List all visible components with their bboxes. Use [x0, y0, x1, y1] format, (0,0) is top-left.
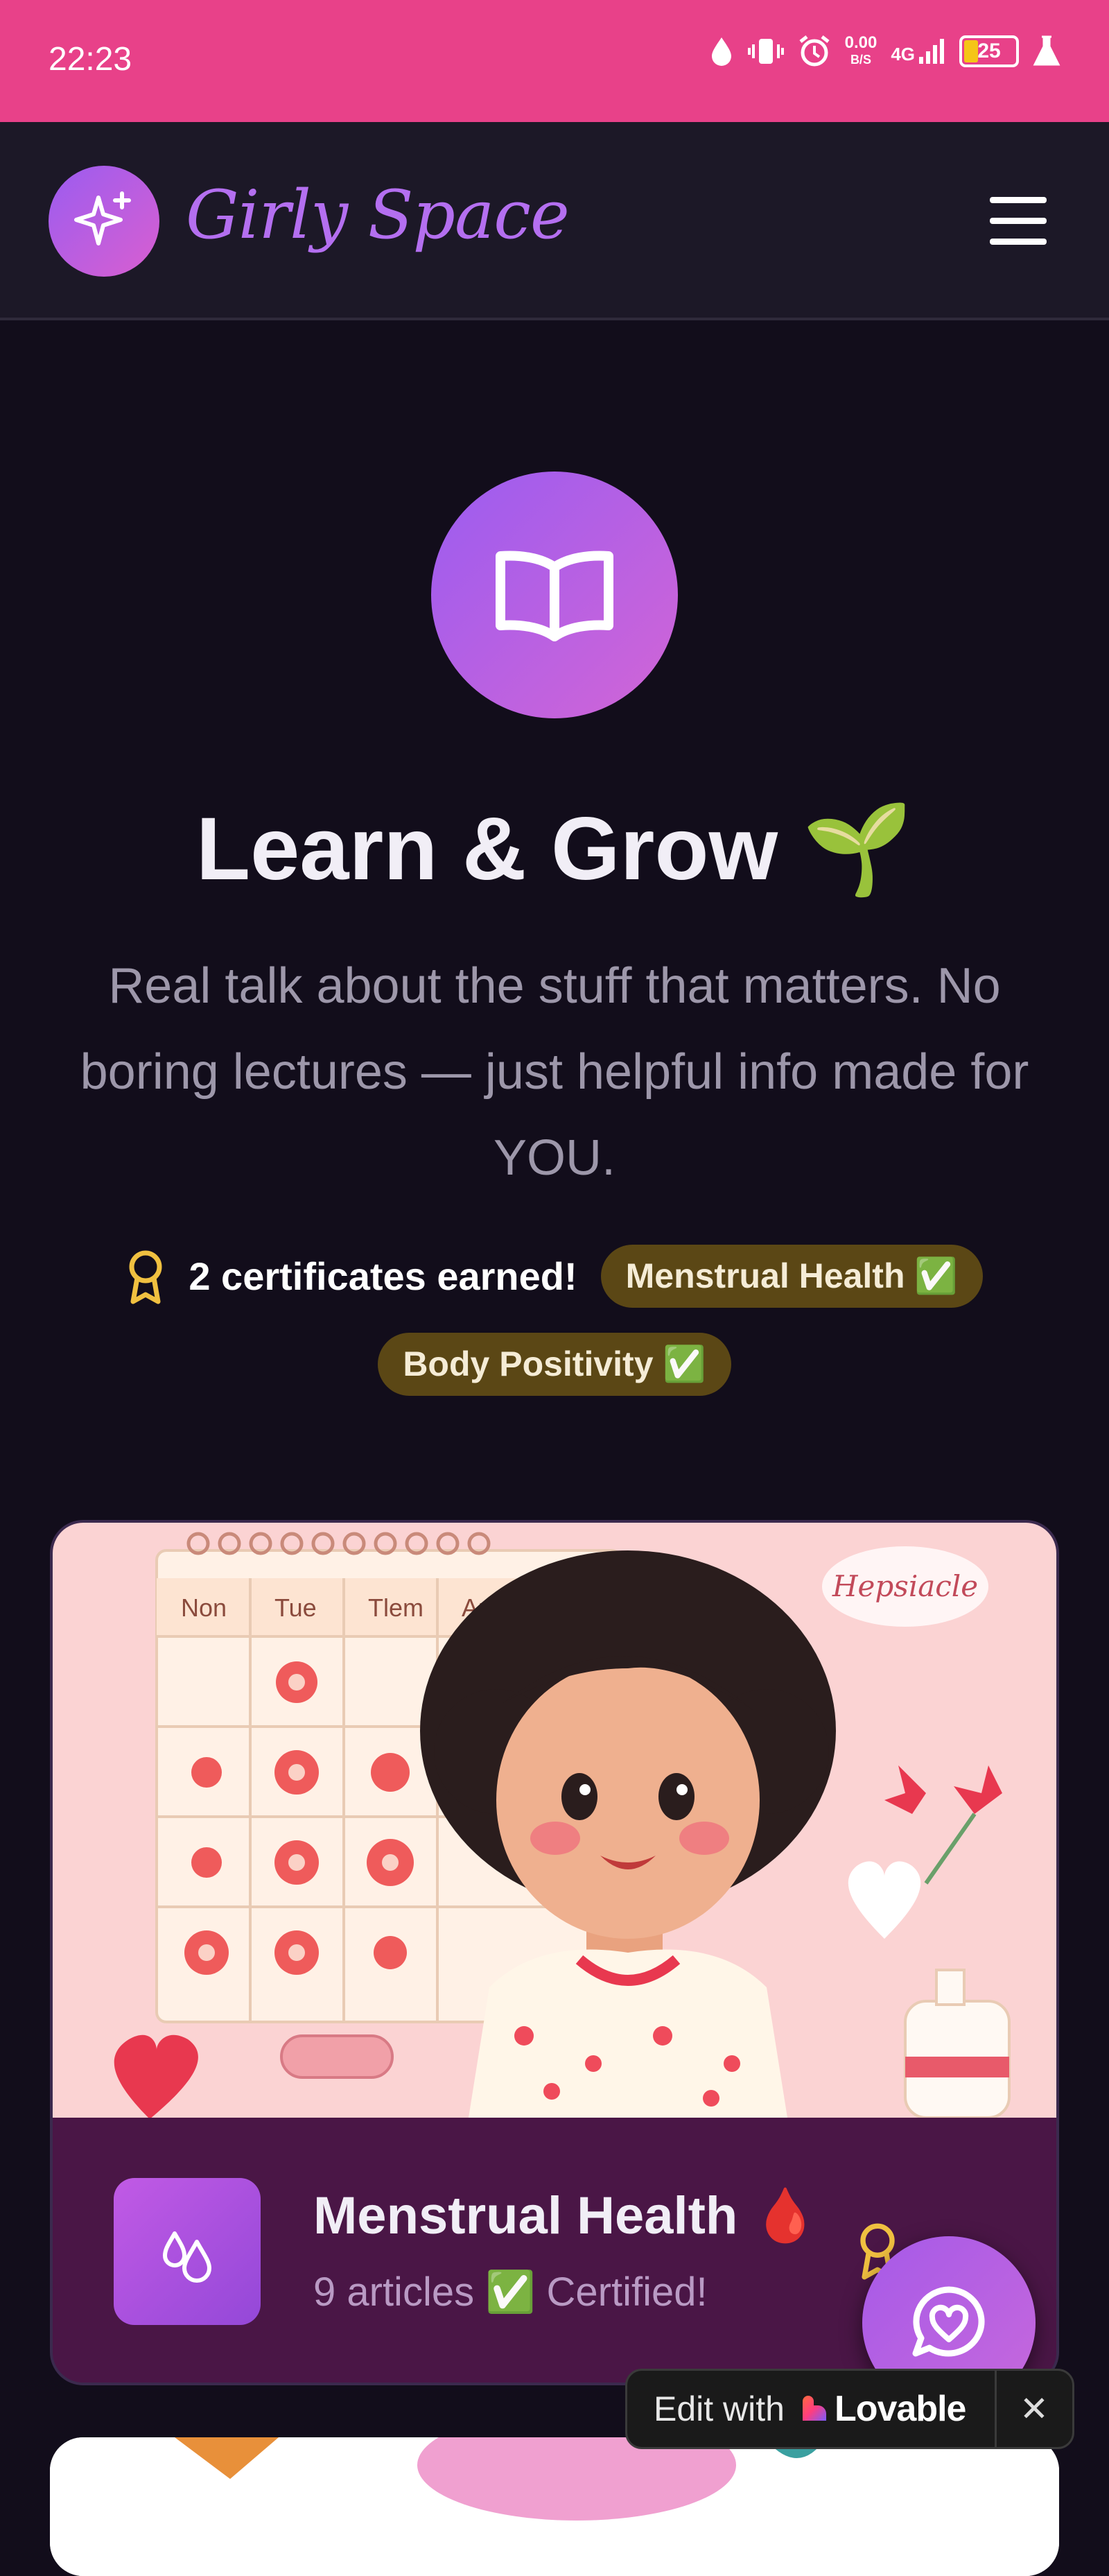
- next-topic-illustration: [50, 2437, 1059, 2576]
- calendar-day: Non: [181, 1593, 227, 1622]
- status-bar: 22:23 0.00 B/S 4G 25: [0, 0, 1109, 122]
- lovable-heart-icon: [802, 2396, 826, 2421]
- status-icons: 0.00 B/S 4G 25: [709, 35, 1060, 68]
- network-speed: 0.00 B/S: [844, 33, 877, 67]
- flask-icon: [1033, 35, 1060, 66]
- vibrate-icon: [747, 39, 784, 64]
- certificates-row: 2 certificates earned! Menstrual Health …: [55, 1245, 1054, 1396]
- award-icon: [129, 1250, 162, 1304]
- topic-meta: 9 articles ✅ Certified!: [313, 2270, 708, 2315]
- topic-card-next[interactable]: [50, 2437, 1059, 2576]
- chat-heart-icon: [912, 2286, 985, 2357]
- signal-bars-icon: [919, 39, 944, 64]
- calendar-day: Tlem: [368, 1593, 423, 1622]
- divider: [995, 2371, 997, 2447]
- battery-indicator: 25: [959, 35, 1019, 67]
- app-header: Girly Space: [0, 122, 1109, 320]
- lovable-badge[interactable]: Edit with Lovable ✕: [625, 2369, 1074, 2449]
- illustration-sticker: Hepsiacle: [832, 1569, 978, 1603]
- hamburger-menu-icon[interactable]: [990, 197, 1054, 247]
- lovable-brand[interactable]: Lovable: [835, 2388, 966, 2430]
- sparkles-icon: [74, 191, 131, 245]
- menstrual-health-illustration: Non Tue Tlem Ar Hepsiacle: [53, 1523, 1056, 2118]
- drop-icon: [711, 37, 731, 66]
- calendar-day: Tue: [274, 1593, 317, 1622]
- brand-name[interactable]: Girly Space: [186, 176, 570, 254]
- alarm-icon: [799, 35, 830, 67]
- book-open-icon: [431, 472, 678, 718]
- lovable-edit-label[interactable]: Edit with: [654, 2389, 785, 2429]
- page-subtitle: Real talk about the stuff that matters. …: [80, 958, 1029, 1186]
- close-icon[interactable]: ✕: [1020, 2392, 1049, 2426]
- certificate-badge: Menstrual Health ✅: [600, 1245, 983, 1308]
- brand-logo[interactable]: [49, 166, 159, 277]
- page-title: Learn & Grow 🌱: [195, 799, 914, 899]
- topic-title: Menstrual Health 🩸: [313, 2186, 819, 2245]
- signal-indicator: 4G: [891, 37, 945, 65]
- certificates-count: 2 certificates earned!: [126, 1249, 577, 1304]
- droplets-icon: [114, 2178, 261, 2325]
- status-time: 22:23: [49, 41, 132, 78]
- certificate-badge: Body Positivity ✅: [378, 1333, 731, 1396]
